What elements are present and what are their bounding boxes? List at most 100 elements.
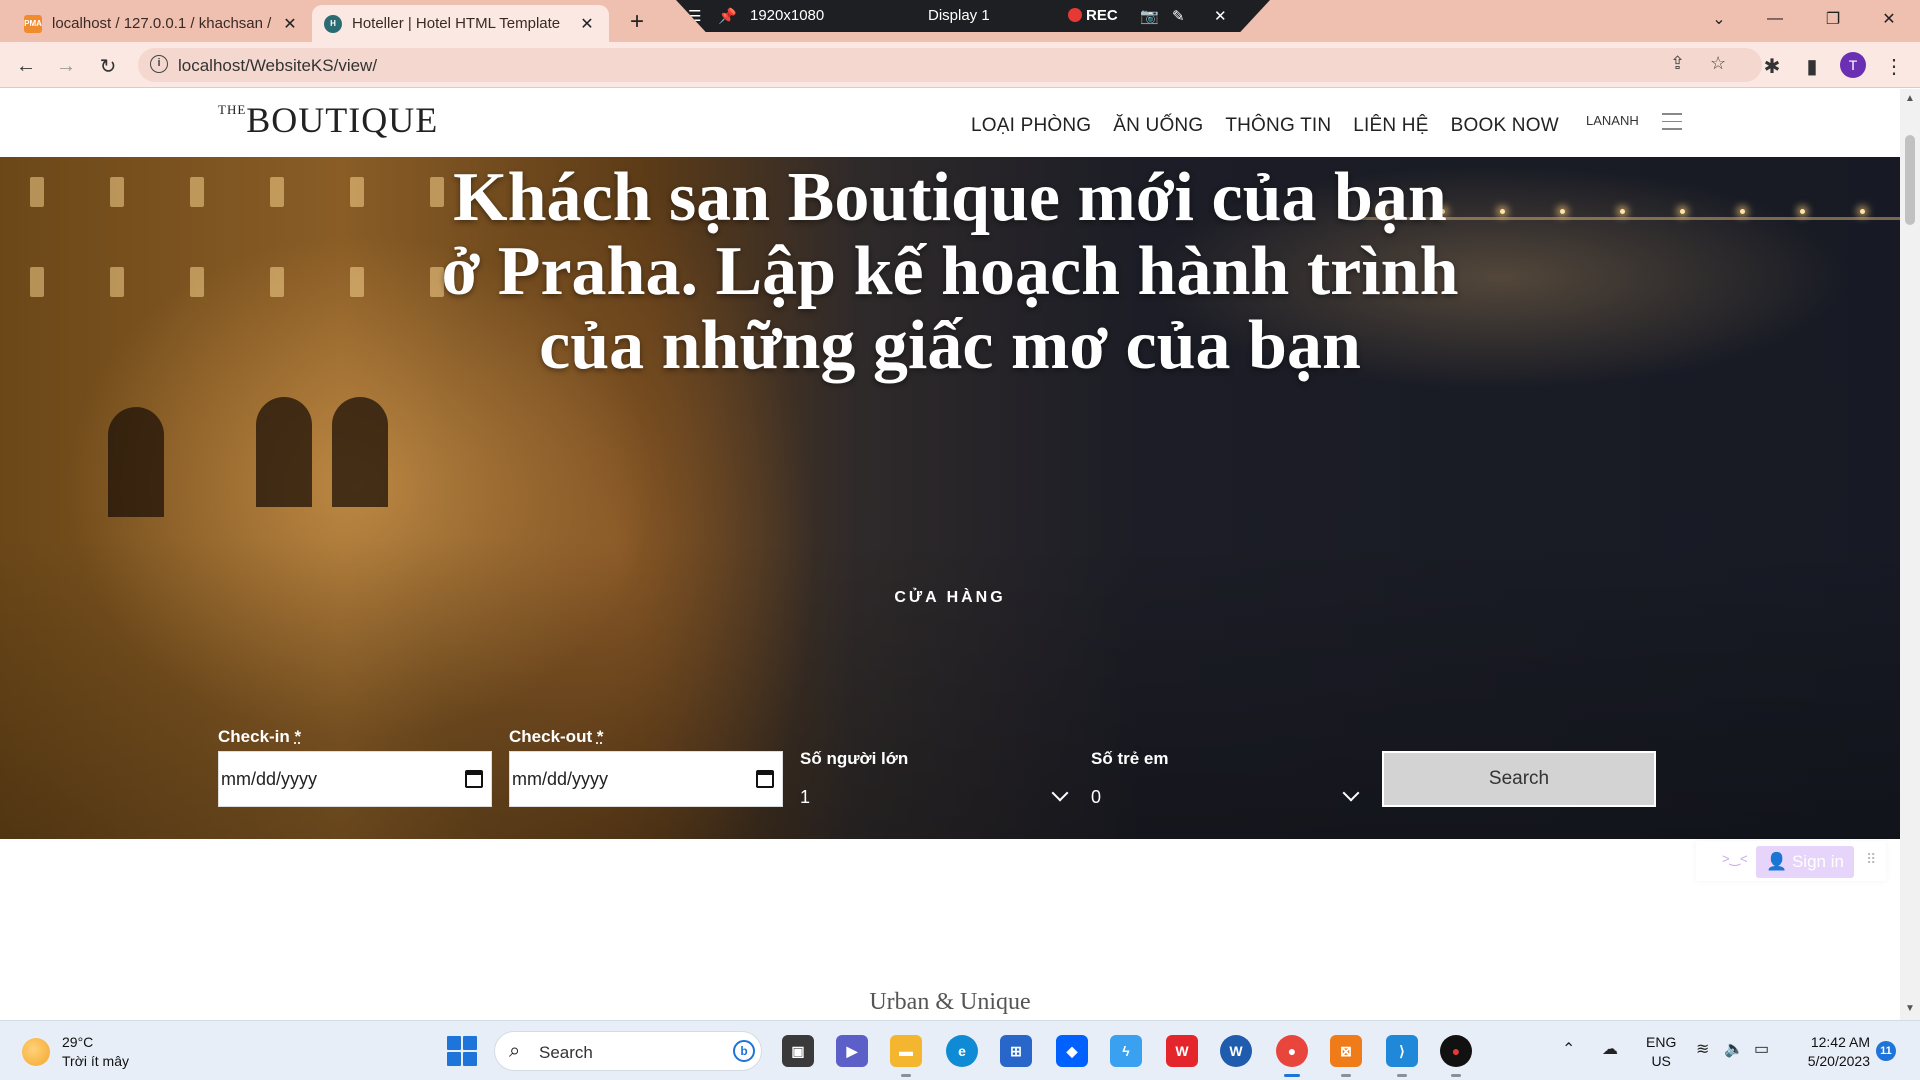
store-icon[interactable]: ⊞ [1000, 1035, 1032, 1067]
taskbar-search[interactable]: ⌕ Search b [494, 1031, 762, 1071]
page-scrollbar[interactable]: ▲ ▼ [1900, 89, 1920, 1020]
teams-meet-icon[interactable]: ▶ [836, 1035, 868, 1067]
shop-link[interactable]: CỬA HÀNG [850, 589, 1050, 607]
chevron-down-icon [1051, 784, 1069, 802]
nav-book-now[interactable]: BOOK NOW [1451, 115, 1559, 137]
drag-handle-icon[interactable]: ⠿ [1866, 851, 1876, 868]
camera-icon[interactable]: 📷 [1140, 7, 1159, 25]
chevron-down-icon [1342, 784, 1360, 802]
collapse-icon[interactable]: >‿< [1722, 851, 1748, 867]
chevron-down-icon[interactable]: ⌄ [1696, 0, 1742, 38]
close-icon[interactable]: ✕ [1214, 7, 1227, 25]
system-clock[interactable]: 12:42 AM 5/20/2023 [1790, 1033, 1870, 1071]
scrollbar-thumb[interactable] [1905, 135, 1915, 225]
children-label: Số trẻ em [1091, 749, 1169, 768]
hamburger-menu-icon[interactable] [1662, 113, 1682, 136]
site-icon: H [324, 14, 342, 33]
checkout-label: Check-out * [509, 727, 604, 746]
battery-icon[interactable]: ▭ [1754, 1039, 1769, 1059]
recorder-app-icon[interactable]: ● [1440, 1035, 1472, 1077]
restore-button[interactable]: ❐ [1810, 0, 1856, 38]
section-tagline: Urban & Unique [869, 989, 1031, 1015]
checkin-group: Check-in * mm/dd/yyyy [218, 727, 492, 807]
weather-sun-icon [22, 1038, 50, 1066]
new-tab-button[interactable]: + [622, 8, 652, 36]
extensions-icon[interactable]: ✱ [1756, 50, 1788, 82]
screen-recorder-bar: ☰ 📌 1920x1080 Display 1 REC 📷 ✎ ✕ [676, 0, 1270, 32]
windows-start-icon[interactable] [447, 1036, 477, 1066]
user-link[interactable]: LANANH [1586, 113, 1639, 128]
search-button[interactable]: Search [1382, 751, 1656, 807]
vscode-icon[interactable]: ⟩ [1386, 1035, 1418, 1077]
volume-icon[interactable]: 🔈 [1724, 1039, 1744, 1059]
forward-button[interactable]: → [50, 50, 82, 82]
side-panel-icon[interactable]: ▮ [1796, 50, 1828, 82]
checkin-label: Check-in * [218, 727, 302, 746]
nav-room-types[interactable]: LOẠI PHÒNG [971, 115, 1091, 137]
chrome-icon[interactable]: ● [1276, 1035, 1308, 1077]
children-select[interactable]: 0 [1091, 773, 1365, 821]
calendar-icon[interactable] [465, 770, 483, 788]
back-button[interactable]: ← [10, 50, 42, 82]
tab-title: Hoteller | Hotel HTML Template [352, 15, 561, 32]
close-icon[interactable]: ✕ [577, 14, 597, 34]
bing-icon[interactable]: b [733, 1040, 755, 1062]
xampp-icon[interactable]: ⊠ [1330, 1035, 1362, 1077]
pin-icon[interactable]: 📌 [718, 7, 737, 25]
scroll-down-icon[interactable]: ▼ [1905, 1003, 1915, 1014]
hero-title: Khách sạn Boutique mới của bạn ở Praha. … [441, 159, 1459, 384]
children-group: Số trẻ em 0 [1091, 749, 1365, 821]
browser-tab-strip: PMA localhost / 127.0.0.1 / khachsan / ✕… [0, 0, 1920, 42]
address-bar[interactable]: i localhost/WebsiteKS/view/ ⇪ ☆ [138, 48, 1762, 82]
checkin-date-input[interactable]: mm/dd/yyyy [218, 751, 492, 807]
nav-contact[interactable]: LIÊN HỆ [1353, 115, 1428, 137]
notification-badge[interactable]: 11 [1876, 1041, 1896, 1061]
weather-widget[interactable]: 29°C Trời ít mây [22, 1033, 129, 1071]
rec-button[interactable]: REC [1068, 7, 1118, 24]
close-icon[interactable]: ✕ [280, 14, 300, 34]
file-explorer-icon[interactable]: ▬ [890, 1035, 922, 1077]
booking-form: Check-in * mm/dd/yyyy Check-out * mm/dd/… [218, 727, 1658, 827]
record-icon [1068, 8, 1082, 22]
calendar-icon[interactable] [756, 770, 774, 788]
recorder-display[interactable]: Display 1 [928, 7, 990, 24]
signin-button[interactable]: 👤 Sign in [1756, 846, 1854, 878]
site-logo[interactable]: THEBOUTIQUE [218, 99, 438, 141]
adults-select[interactable]: 1 [800, 773, 1074, 821]
wps-office-icon[interactable]: W [1166, 1035, 1198, 1067]
info-icon[interactable]: i [150, 55, 168, 73]
nav-dining[interactable]: ĂN UỐNG [1113, 115, 1203, 137]
search-icon: ⌕ [509, 1040, 521, 1062]
chevron-up-icon[interactable]: ⌃ [1562, 1039, 1575, 1059]
weather-desc: Trời ít mây [62, 1053, 129, 1069]
nav-info[interactable]: THÔNG TIN [1225, 115, 1331, 137]
wifi-icon[interactable]: ≋ [1696, 1039, 1709, 1059]
share-icon[interactable]: ⇪ [1670, 53, 1685, 74]
language-indicator[interactable]: ENG US [1646, 1033, 1676, 1071]
edge-icon[interactable]: e [946, 1035, 978, 1067]
tab-hoteller[interactable]: H Hoteller | Hotel HTML Template ✕ [312, 5, 609, 42]
reload-button[interactable]: ↻ [92, 50, 124, 82]
weather-temp: 29°C [62, 1034, 94, 1050]
minimize-button[interactable]: — [1752, 0, 1798, 38]
more-menu-icon[interactable]: ⋮ [1878, 50, 1910, 82]
tab-title: localhost / 127.0.0.1 / khachsan / [52, 15, 272, 32]
pen-icon[interactable]: ✎ [1172, 7, 1185, 25]
tab-phpmyadmin[interactable]: PMA localhost / 127.0.0.1 / khachsan / ✕ [12, 5, 312, 42]
floating-signin-widget: >‿< 👤 Sign in ⠿ [1696, 841, 1886, 881]
checkout-date-input[interactable]: mm/dd/yyyy [509, 751, 783, 807]
main-nav: LOẠI PHÒNG ĂN UỐNG THÔNG TIN LIÊN HỆ BOO… [971, 115, 1559, 137]
checkout-group: Check-out * mm/dd/yyyy [509, 727, 783, 807]
recorder-resolution: 1920x1080 [750, 7, 825, 24]
menu-icon[interactable]: ☰ [688, 7, 701, 25]
task-view-icon[interactable]: ▣ [782, 1035, 814, 1067]
dropbox-icon[interactable]: ◆ [1056, 1035, 1088, 1067]
url-text[interactable]: localhost/WebsiteKS/view/ [178, 56, 377, 76]
word-icon[interactable]: W [1220, 1035, 1252, 1067]
flash-app-icon[interactable]: ϟ [1110, 1035, 1142, 1067]
onedrive-icon[interactable]: ☁ [1602, 1039, 1618, 1059]
star-icon[interactable]: ☆ [1710, 53, 1726, 74]
close-window-button[interactable]: ✕ [1866, 0, 1912, 38]
scroll-up-icon[interactable]: ▲ [1905, 93, 1915, 104]
profile-avatar[interactable]: T [1840, 52, 1866, 78]
